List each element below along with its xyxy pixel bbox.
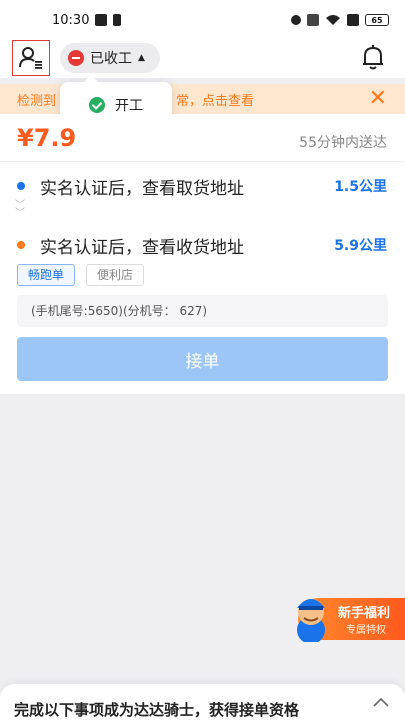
dropoff-address: 实名认证后，查看收货地址 [40, 238, 244, 258]
promo-subtitle: 专属特权 [346, 625, 386, 636]
chevron-up-icon[interactable] [371, 694, 391, 710]
pickup-address: 实名认证后，查看取货地址 [40, 179, 244, 199]
banner-text-right: 常，点击查看 [176, 93, 255, 109]
order-price: ¥7.9 [17, 124, 77, 152]
location-icon [291, 15, 301, 25]
onboarding-text: 完成以下事项成为达达骑士，获得接单资格 [14, 701, 300, 719]
status-time: 10:30 [52, 12, 90, 28]
tag-store-type: 便利店 [86, 264, 145, 286]
tag-order-type: 畅跑单 [17, 264, 76, 286]
promo-title: 新手福利 [338, 606, 391, 621]
rider-mascot-icon [297, 599, 325, 642]
profile-button[interactable] [12, 40, 50, 76]
popover-option-label: 开工 [115, 98, 143, 114]
pickup-dot [17, 182, 25, 190]
battery-indicator: 65 [365, 14, 389, 26]
banner-text-left: 检测到 [17, 93, 57, 109]
bell-icon[interactable] [361, 44, 385, 72]
work-status-label: 已收工 [90, 51, 132, 67]
status-bar: 10:30 65 [0, 0, 405, 40]
work-status-toggle[interactable]: 已收工 ▲ [60, 43, 160, 73]
double-chevron-down-icon: ﹀ ﹀ [15, 200, 25, 219]
dropoff-row: 实名认证后，查看收货地址 5.9公里 [0, 233, 405, 258]
phone-info: (手机尾号:5650)(分机号： 627) [17, 295, 388, 327]
pickup-distance: 1.5公里 [334, 179, 387, 195]
check-icon [89, 97, 105, 113]
dropoff-distance: 5.9公里 [334, 238, 387, 254]
newbie-promo-badge[interactable]: 新手福利 专属特权 [288, 590, 405, 642]
pickup-row: 实名认证后，查看取货地址 1.5公里 [0, 174, 405, 199]
battery-level: 65 [371, 15, 383, 25]
top-header: 已收工 ▲ [0, 40, 405, 78]
sim-icon [347, 14, 359, 26]
accessibility-icon [95, 14, 108, 26]
battery-saver-icon [113, 14, 122, 26]
wifi-icon [326, 15, 340, 25]
order-card[interactable]: ¥7.9 55分钟内送达 实名认证后，查看取货地址 1.5公里 ﹀ ﹀ 实名认证后… [0, 114, 405, 394]
caret-down-icon: ▲ [138, 53, 145, 63]
status-right: 65 [291, 14, 389, 26]
stop-icon [68, 50, 84, 66]
accept-order-button[interactable]: 接单 [17, 337, 388, 381]
divider [0, 161, 405, 162]
profile-icon [19, 47, 42, 69]
onboarding-sheet[interactable]: 完成以下事项成为达达骑士，获得接单资格 [0, 684, 405, 720]
mute-icon [307, 14, 319, 26]
close-icon[interactable]: ✕ [369, 88, 387, 110]
order-eta: 55分钟内送达 [299, 135, 387, 151]
dropoff-dot [17, 241, 25, 249]
status-left: 10:30 [52, 12, 122, 28]
